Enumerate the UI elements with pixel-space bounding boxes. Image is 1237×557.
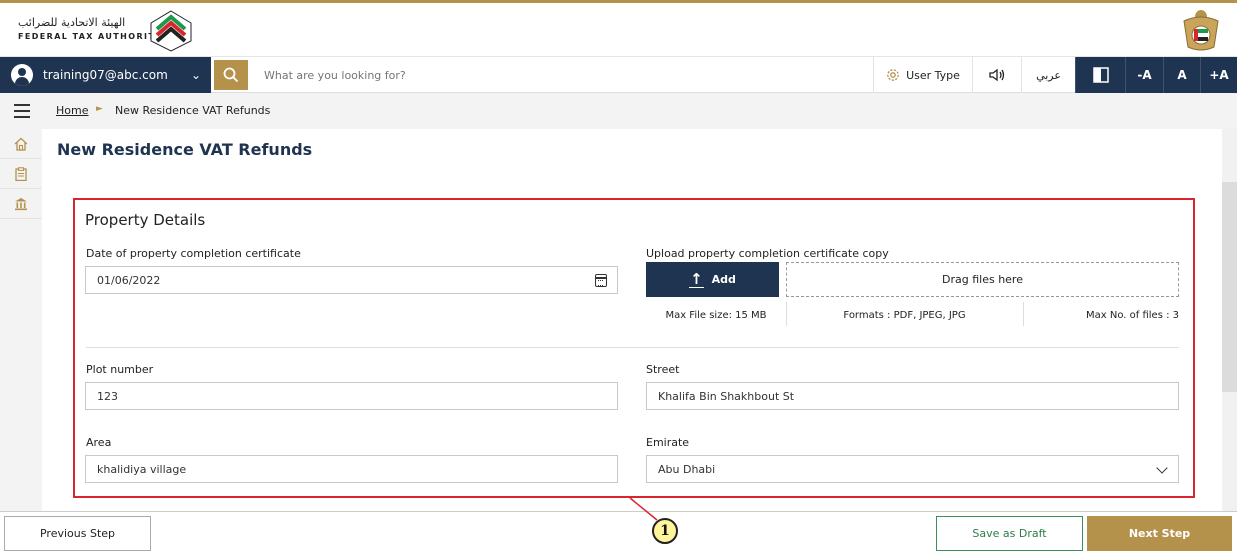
- left-sidebar: [0, 129, 42, 511]
- speaker-icon: [989, 68, 1005, 82]
- upload-icon: ↑: [689, 269, 704, 288]
- logo-arabic-text: الهيئة الاتحادية للضرائب: [18, 16, 126, 29]
- add-file-button[interactable]: ↑ Add: [646, 262, 779, 297]
- area-value: khalidiya village: [97, 462, 187, 476]
- sidebar-item-institution[interactable]: [0, 189, 42, 219]
- user-type-button[interactable]: User Type: [873, 57, 972, 93]
- search-input[interactable]: [256, 62, 856, 88]
- section-title: Property Details: [85, 211, 206, 229]
- area-label: Area: [86, 436, 112, 449]
- sidebar-item-forms[interactable]: [0, 159, 42, 189]
- uae-emblem-icon: [1183, 10, 1219, 51]
- upload-label: Upload property completion certificate c…: [646, 247, 889, 260]
- emirate-select[interactable]: Abu Dhabi: [646, 455, 1179, 483]
- font-normal-button[interactable]: A: [1163, 57, 1200, 93]
- calendar-icon[interactable]: [595, 274, 607, 287]
- user-email: training07@abc.com: [43, 68, 168, 82]
- speaker-button[interactable]: [972, 57, 1021, 93]
- home-icon: [14, 137, 28, 151]
- scrollbar-thumb[interactable]: [1222, 182, 1237, 392]
- date-label: Date of property completion certificate: [86, 247, 301, 260]
- bank-icon: [15, 197, 27, 210]
- page-title: New Residence VAT Refunds: [57, 140, 313, 159]
- date-value: 01/06/2022: [97, 273, 161, 287]
- save-draft-button[interactable]: Save as Draft: [936, 516, 1083, 551]
- file-formats: Formats : PDF, JPEG, JPG: [843, 309, 966, 321]
- callout-number-badge: 1: [652, 518, 678, 544]
- arabic-language-label: عربي: [1036, 68, 1061, 82]
- user-menu[interactable]: training07@abc.com ⌄: [0, 57, 211, 93]
- file-dropzone[interactable]: Drag files here: [786, 262, 1179, 297]
- search-icon: [223, 67, 239, 83]
- plot-label: Plot number: [86, 363, 154, 376]
- emirate-value: Abu Dhabi: [658, 462, 716, 476]
- sidebar-item-home[interactable]: [0, 129, 42, 159]
- gear-icon: [887, 69, 899, 81]
- breadcrumb-home-link[interactable]: Home: [56, 104, 88, 117]
- logo-english-text: FEDERAL TAX AUTHORITY: [18, 32, 163, 41]
- contrast-icon: [1092, 67, 1109, 83]
- street-label: Street: [646, 363, 680, 376]
- max-files: Max No. of files : 3: [1086, 309, 1179, 321]
- area-input[interactable]: khalidiya village: [85, 455, 618, 483]
- clipboard-icon: [15, 166, 27, 181]
- top-nav-bar: training07@abc.com ⌄ User Type عربي -A A…: [0, 57, 1237, 93]
- previous-step-button[interactable]: Previous Step: [4, 516, 151, 551]
- add-file-label: Add: [711, 273, 736, 286]
- breadcrumb-separator-icon: ►: [96, 104, 103, 114]
- breadcrumb-bar: Home ► New Residence VAT Refunds: [0, 93, 1237, 129]
- max-file-size: Max File size: 15 MB: [665, 309, 767, 321]
- user-avatar-icon: [11, 64, 33, 86]
- user-type-label: User Type: [906, 68, 960, 82]
- street-input[interactable]: Khalifa Bin Shakhbout St: [646, 382, 1179, 410]
- font-decrease-button[interactable]: -A: [1125, 57, 1163, 93]
- contrast-toggle-button[interactable]: [1075, 57, 1125, 93]
- chevron-down-icon: [1156, 462, 1168, 474]
- dropzone-label: Drag files here: [942, 273, 1023, 286]
- site-header: الهيئة الاتحادية للضرائب FEDERAL TAX AUT…: [0, 3, 1237, 57]
- property-details-card: [73, 198, 1195, 498]
- font-increase-button[interactable]: +A: [1200, 57, 1237, 93]
- chevron-down-icon: ⌄: [191, 68, 202, 82]
- search-button[interactable]: [214, 60, 248, 90]
- breadcrumb-current: New Residence VAT Refunds: [115, 104, 271, 117]
- arabic-language-button[interactable]: عربي: [1021, 57, 1075, 93]
- date-field[interactable]: 01/06/2022: [85, 266, 618, 294]
- street-value: Khalifa Bin Shakhbout St: [658, 389, 795, 403]
- hamburger-menu-icon[interactable]: [14, 104, 30, 118]
- next-step-button[interactable]: Next Step: [1087, 516, 1232, 551]
- emirate-label: Emirate: [646, 436, 690, 449]
- plot-number-input[interactable]: 123: [85, 382, 618, 410]
- section-divider: [86, 347, 1179, 348]
- fta-logo-icon: [150, 10, 192, 52]
- plot-number-value: 123: [97, 389, 118, 403]
